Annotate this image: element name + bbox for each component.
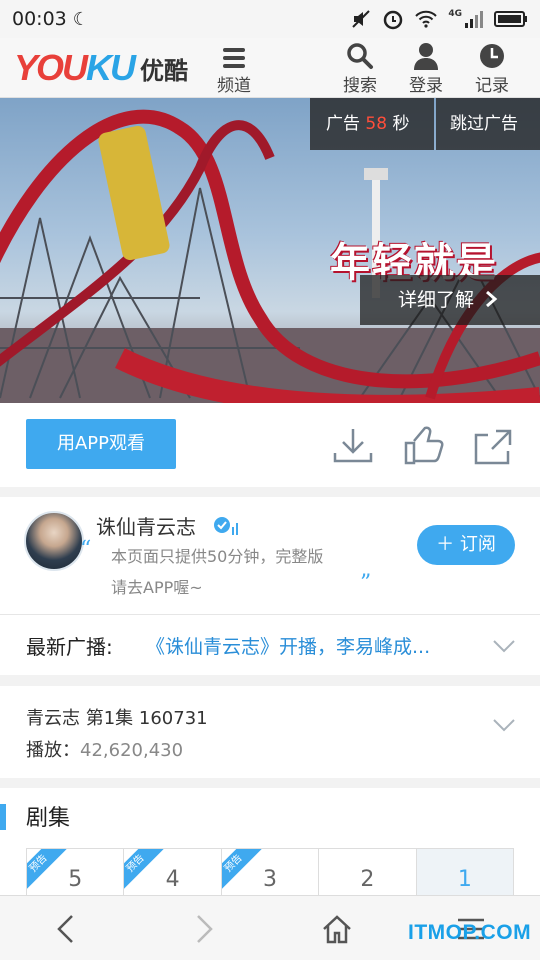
video-player[interactable]: 广告 58 秒 跳过广告 年轻就是 详细了解 bbox=[0, 98, 540, 403]
watch-in-app-button[interactable]: 用APP观看 bbox=[26, 419, 176, 469]
back-arrow-icon[interactable] bbox=[50, 912, 84, 946]
section-marker bbox=[0, 804, 6, 830]
learn-more-label: 详细了解 bbox=[398, 289, 475, 311]
channel-button[interactable]: 频道 bbox=[204, 42, 264, 96]
mute-icon bbox=[352, 10, 371, 28]
signal-icon bbox=[465, 11, 483, 28]
verified-badge-icon bbox=[214, 517, 238, 535]
status-bar: 00:03 ☾ 4G bbox=[0, 0, 540, 38]
channel-desc-line2: 请去APP喔~ bbox=[111, 578, 203, 597]
subscribe-button[interactable]: ＋ 订阅 bbox=[417, 525, 515, 565]
episode-item[interactable]: 预告 5 bbox=[27, 849, 125, 898]
forward-arrow-icon[interactable] bbox=[186, 912, 220, 946]
latest-broadcast[interactable]: 最新广播: 《诛仙青云志》开播，李易峰成... bbox=[0, 615, 540, 675]
youku-logo[interactable]: YOUKU 优酷 bbox=[14, 47, 189, 88]
episode-number: 5 bbox=[68, 867, 83, 892]
login-button[interactable]: 登录 bbox=[396, 42, 456, 96]
episode-title: 青云志 第1集 160731 bbox=[26, 708, 208, 729]
quote-open-icon: “ bbox=[80, 537, 92, 562]
share-icon[interactable] bbox=[470, 423, 516, 469]
episode-item[interactable]: 预告 4 bbox=[124, 849, 222, 898]
preview-tag: 预告 bbox=[124, 849, 164, 892]
chevron-right-icon bbox=[486, 290, 498, 308]
logo-cn: 优酷 bbox=[140, 56, 189, 85]
broadcast-text[interactable]: 《诛仙青云志》开播，李易峰成... bbox=[146, 632, 466, 659]
user-icon bbox=[414, 43, 438, 70]
channel-card: 诛仙青云志 “ 本页面只提供50分钟，完整版 请去APP喔~ ” ＋ 订阅 bbox=[0, 497, 540, 615]
episode-info[interactable]: 青云志 第1集 160731 播放：42,620,430 bbox=[0, 686, 540, 778]
login-label: 登录 bbox=[409, 76, 443, 96]
play-count-value: 42,620,430 bbox=[80, 740, 184, 761]
home-icon[interactable] bbox=[320, 912, 354, 946]
episode-list: 剧集 预告 5 预告 4 预告 3 2 1 bbox=[0, 788, 540, 898]
history-button[interactable]: 记录 bbox=[462, 42, 522, 96]
preview-tag: 预告 bbox=[27, 849, 67, 892]
skip-ad-button[interactable]: 跳过广告 bbox=[436, 98, 540, 150]
menu-icon bbox=[223, 48, 245, 68]
battery-icon bbox=[494, 11, 527, 27]
channel-label: 频道 bbox=[217, 76, 251, 96]
ad-seconds: 58 bbox=[365, 114, 388, 134]
channel-desc-line1: 本页面只提供50分钟，完整版 bbox=[111, 547, 324, 566]
learn-more-button[interactable]: 详细了解 bbox=[360, 275, 540, 325]
episode-number: 4 bbox=[165, 867, 180, 892]
episode-item[interactable]: 2 bbox=[319, 849, 417, 898]
chevron-down-icon[interactable] bbox=[492, 639, 516, 653]
episode-item[interactable]: 预告 3 bbox=[221, 849, 320, 898]
channel-avatar[interactable] bbox=[24, 511, 84, 571]
chevron-down-icon[interactable] bbox=[492, 718, 516, 732]
episodes-heading: 剧集 bbox=[26, 806, 71, 831]
ad-suffix: 秒 bbox=[392, 114, 410, 134]
episode-number: 1 bbox=[457, 867, 472, 892]
play-count-label: 播放： bbox=[26, 740, 80, 761]
status-time: 00:03 bbox=[12, 8, 67, 30]
app-header: YOUKU 优酷 频道 搜索 登录 记录 bbox=[0, 38, 540, 98]
episode-item-active[interactable]: 1 bbox=[416, 849, 514, 898]
episode-number: 3 bbox=[263, 867, 278, 892]
search-label: 搜索 bbox=[343, 76, 377, 96]
alarm-icon bbox=[384, 10, 403, 30]
broadcast-label: 最新广播: bbox=[26, 635, 113, 659]
moon-icon: ☾ bbox=[72, 8, 89, 30]
site-watermark: ITMOP.COM bbox=[408, 921, 532, 944]
search-button[interactable]: 搜索 bbox=[330, 42, 390, 96]
network-label: 4G bbox=[448, 9, 462, 19]
channel-name[interactable]: 诛仙青云志 bbox=[96, 511, 196, 540]
like-icon[interactable] bbox=[400, 423, 446, 469]
logo-text: YOUKU bbox=[14, 47, 136, 88]
ad-overlay: 广告 58 秒 跳过广告 bbox=[310, 98, 540, 150]
episode-number: 2 bbox=[360, 867, 375, 892]
search-icon bbox=[347, 43, 373, 69]
action-bar: 用APP观看 bbox=[0, 403, 540, 487]
history-icon bbox=[480, 44, 504, 68]
quote-close-icon: ” bbox=[360, 571, 372, 596]
wifi-icon bbox=[415, 10, 438, 28]
episode-grid: 预告 5 预告 4 预告 3 2 1 bbox=[26, 848, 514, 898]
ad-countdown: 广告 58 秒 bbox=[310, 98, 434, 150]
ad-prefix: 广告 bbox=[326, 114, 360, 134]
download-icon[interactable] bbox=[330, 423, 376, 469]
play-count: 播放：42,620,430 bbox=[26, 736, 183, 762]
history-label: 记录 bbox=[475, 76, 509, 96]
preview-tag: 预告 bbox=[221, 849, 262, 892]
